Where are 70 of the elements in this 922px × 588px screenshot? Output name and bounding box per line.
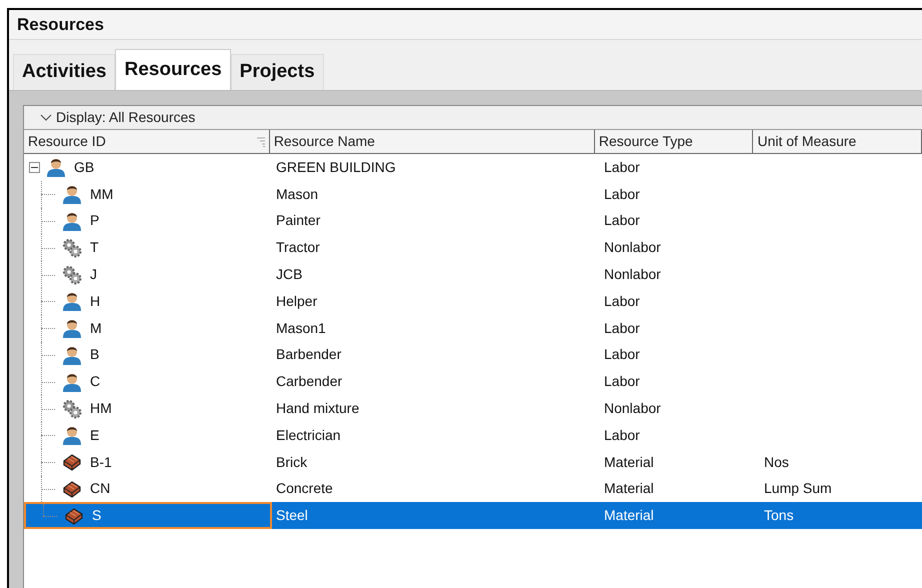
table-cell-text: Helper [276, 292, 318, 311]
resource-id: P [90, 211, 100, 230]
table-cell-text: Barbender [276, 345, 342, 364]
tab[interactable]: Projects [230, 54, 324, 90]
window-title: Resources [17, 14, 104, 36]
gears-icon [62, 238, 82, 258]
gears-icon [62, 398, 82, 419]
resource-id: C [90, 372, 100, 392]
table-cell-text: Electrician [276, 426, 341, 445]
table-cell-text: Nos [764, 452, 789, 472]
table-cell-text: Hand mixture [276, 399, 360, 418]
sort-icon [256, 137, 265, 147]
chevron-icon [40, 112, 52, 122]
table-cell-text: Labor [604, 345, 640, 364]
table-cell-text: Carbender [276, 372, 342, 392]
resource-id: B [90, 345, 100, 364]
column-header[interactable]: Resource Name [274, 131, 375, 152]
brick-icon [62, 452, 82, 472]
table-cell-text: Painter [276, 211, 320, 230]
resource-id: HM [90, 399, 112, 418]
tab[interactable]: Resources [115, 49, 231, 91]
resource-id: E [90, 426, 100, 445]
table-cell-text: Labor [604, 318, 640, 338]
table-cell-text: Labor [604, 292, 640, 311]
column-header[interactable]: Unit of Measure [757, 131, 856, 152]
person-icon [62, 290, 82, 312]
table-cell-text: Labor [604, 158, 640, 177]
collapse-toggle[interactable] [29, 162, 40, 173]
table-cell-text: Nonlabor [604, 399, 661, 418]
person-icon [62, 183, 82, 206]
table-row[interactable]: CN Concrete Material Lump Sum [24, 476, 922, 502]
resource-id: S [92, 506, 102, 526]
table-cell-text: Mason [276, 184, 318, 204]
resource-id: T [90, 238, 99, 258]
table-cell-text: Material [604, 452, 654, 472]
table-row[interactable]: S Steel Material Tons [24, 502, 922, 530]
table-cell-text: Tractor [276, 238, 320, 258]
table-cell-text: Nonlabor [604, 238, 661, 258]
table-cell-text: Mason1 [276, 318, 326, 338]
table-cell-text: Nonlabor [604, 265, 661, 284]
resource-id: H [90, 292, 100, 311]
resource-id: MM [90, 184, 114, 204]
resource-id: CN [90, 479, 110, 498]
table-cell-text: JCB [276, 265, 302, 284]
resource-id: J [90, 265, 97, 284]
column-header[interactable]: Resource Type [598, 131, 693, 152]
table-cell-text: Steel [276, 506, 308, 526]
brick-icon [64, 506, 84, 526]
person-icon [46, 156, 66, 178]
table-cell-text: Labor [604, 211, 640, 230]
gears-icon [62, 264, 82, 285]
column-header[interactable]: Resource ID [28, 131, 106, 152]
tab[interactable]: Activities [13, 54, 116, 90]
table-cell-text: Material [604, 479, 654, 498]
table-cell-text: Tons [764, 506, 794, 526]
table-cell-text: Labor [604, 184, 640, 204]
person-icon [62, 424, 82, 446]
table-cell-text: Labor [604, 372, 640, 392]
table-cell-text: Lump Sum [764, 479, 832, 498]
display-filter[interactable]: Display: All Resources [40, 107, 196, 128]
table-cell-text: Brick [276, 452, 308, 472]
brick-icon [62, 478, 82, 499]
table-cell-text: Concrete [276, 479, 333, 498]
resource-id: B-1 [90, 452, 112, 472]
resource-id: GB [74, 158, 94, 177]
resource-id: M [90, 318, 102, 338]
table-cell-text: Labor [604, 426, 640, 445]
table-cell-text: GREEN BUILDING [276, 158, 396, 177]
person-icon [62, 317, 82, 340]
table-cell-text: Material [604, 506, 654, 526]
